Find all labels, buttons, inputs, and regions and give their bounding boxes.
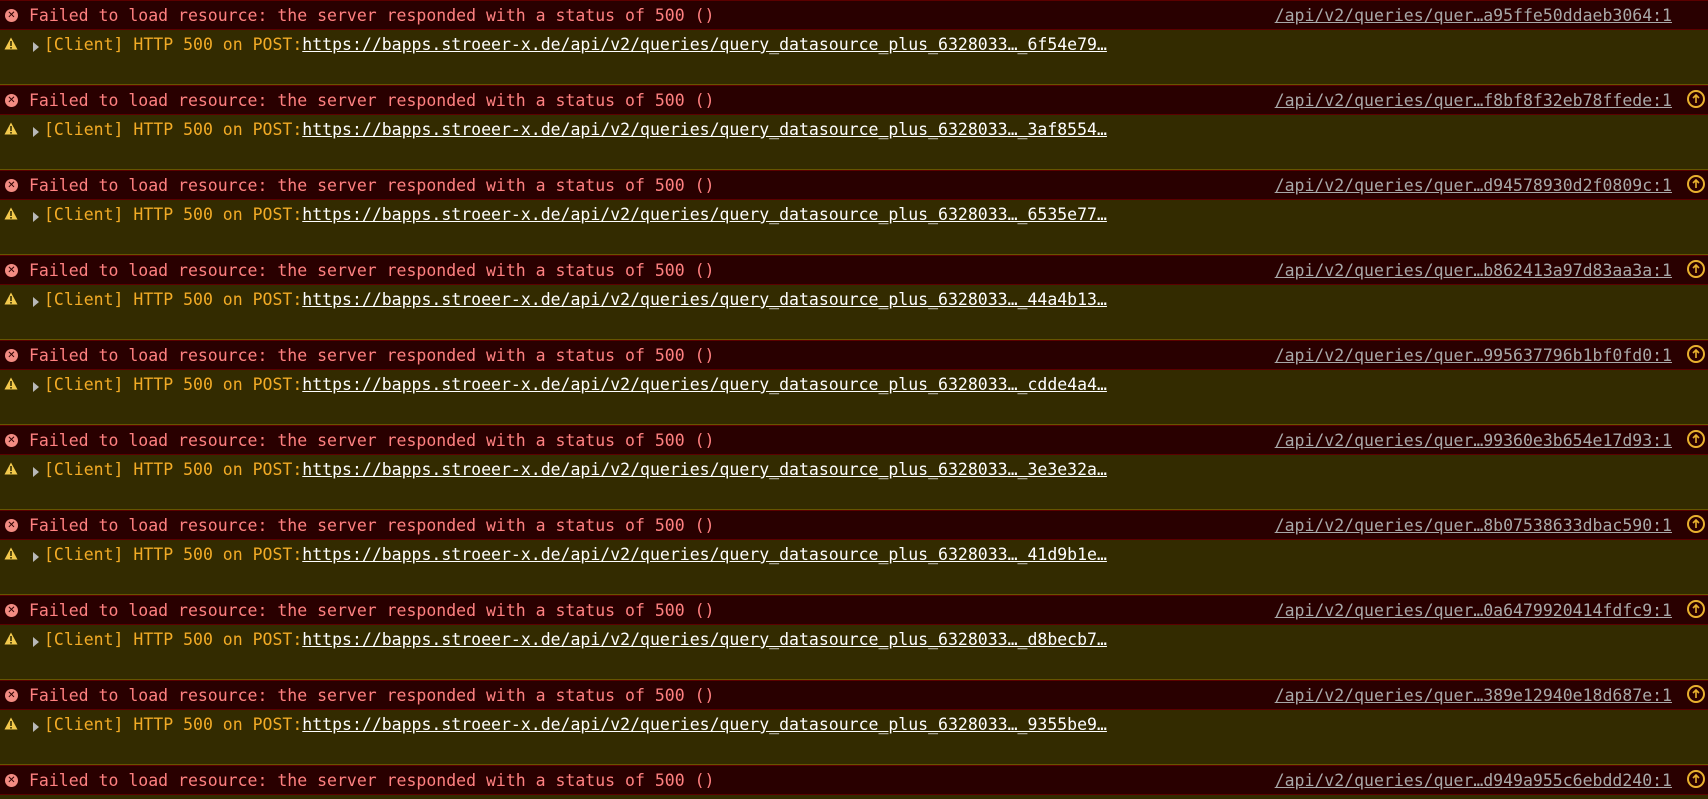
- warning-url-link[interactable]: https://bapps.stroeer-x.de/api/v2/querie…: [302, 290, 1107, 309]
- warning-url-link[interactable]: https://bapps.stroeer-x.de/api/v2/querie…: [302, 630, 1107, 649]
- error-circle-icon: ✕: [5, 94, 18, 107]
- error-circle-icon: ✕: [5, 264, 18, 277]
- reload-circle-icon[interactable]: [1687, 600, 1705, 618]
- error-circle-icon: ✕: [5, 434, 18, 447]
- error-circle-icon: ✕: [5, 519, 18, 532]
- reload-circle-icon[interactable]: [1687, 685, 1705, 703]
- expand-triangle-icon[interactable]: [33, 552, 39, 562]
- warning-url-link[interactable]: https://bapps.stroeer-x.de/api/v2/querie…: [302, 205, 1107, 224]
- console-log: ✕ Failed to load resource: the server re…: [0, 0, 1708, 799]
- error-message: Failed to load resource: the server resp…: [29, 516, 715, 535]
- console-warning-row[interactable]: [Client] HTTP 500 on POST:https://bapps.…: [0, 115, 1708, 170]
- reload-circle-icon[interactable]: [1687, 515, 1705, 533]
- console-warning-row[interactable]: [Client] HTTP 500 on POST:https://bapps.…: [0, 710, 1708, 765]
- warning-prefix: [Client] HTTP 500 on POST:: [44, 715, 303, 734]
- error-circle-icon: ✕: [5, 179, 18, 192]
- warning-url-link[interactable]: https://bapps.stroeer-x.de/api/v2/querie…: [302, 375, 1107, 394]
- error-source-link[interactable]: /api/v2/queries/quer…b862413a97d83aa3a:1: [1275, 261, 1672, 280]
- expand-triangle-icon[interactable]: [33, 467, 39, 477]
- console-error-row[interactable]: ✕ Failed to load resource: the server re…: [0, 425, 1708, 455]
- console-warning-row[interactable]: [Client] HTTP 500 on POST:https://bapps.…: [0, 285, 1708, 340]
- expand-triangle-icon[interactable]: [33, 382, 39, 392]
- warning-prefix: [Client] HTTP 500 on POST:: [44, 545, 303, 564]
- warning-triangle-icon: [4, 462, 18, 475]
- warning-triangle-icon: [4, 207, 18, 220]
- error-message: Failed to load resource: the server resp…: [29, 771, 715, 790]
- error-circle-icon: ✕: [5, 349, 18, 362]
- console-error-row[interactable]: ✕ Failed to load resource: the server re…: [0, 85, 1708, 115]
- warning-triangle-icon: [4, 37, 18, 50]
- reload-circle-icon[interactable]: [1687, 430, 1705, 448]
- error-source-link[interactable]: /api/v2/queries/quer…99360e3b654e17d93:1: [1275, 431, 1672, 450]
- expand-triangle-icon[interactable]: [33, 212, 39, 222]
- expand-triangle-icon[interactable]: [33, 637, 39, 647]
- error-message: Failed to load resource: the server resp…: [29, 346, 715, 365]
- error-source-link[interactable]: /api/v2/queries/quer…d94578930d2f0809c:1: [1275, 176, 1672, 195]
- error-message: Failed to load resource: the server resp…: [29, 91, 715, 110]
- console-error-row[interactable]: ✕ Failed to load resource: the server re…: [0, 170, 1708, 200]
- warning-prefix: [Client] HTTP 500 on POST:: [44, 205, 303, 224]
- error-source-link[interactable]: /api/v2/queries/quer…d949a955c6ebdd240:1: [1275, 771, 1672, 790]
- warning-prefix: [Client] HTTP 500 on POST:: [44, 35, 303, 54]
- console-warning-row[interactable]: [Client] HTTP 500 on POST:https://bapps.…: [0, 455, 1708, 510]
- reload-circle-icon[interactable]: [1687, 260, 1705, 278]
- warning-prefix: [Client] HTTP 500 on POST:: [44, 290, 303, 309]
- error-source-link[interactable]: /api/v2/queries/quer…995637796b1bf0fd0:1: [1275, 346, 1672, 365]
- warning-prefix: [Client] HTTP 500 on POST:: [44, 630, 303, 649]
- console-warning-row[interactable]: [Client] HTTP 500 on POST:https://bapps.…: [0, 200, 1708, 255]
- expand-triangle-icon[interactable]: [33, 127, 39, 137]
- warning-prefix: [Client] HTTP 500 on POST:: [44, 120, 303, 139]
- error-source-link[interactable]: /api/v2/queries/quer…0a6479920414fdfc9:1: [1275, 601, 1672, 620]
- error-source-link[interactable]: /api/v2/queries/quer…f8bf8f32eb78ffede:1: [1275, 91, 1672, 110]
- console-warning-row[interactable]: [Client] HTTP 500 on POST:https://bapps.…: [0, 30, 1708, 85]
- warning-triangle-icon: [4, 122, 18, 135]
- console-warning-row[interactable]: [Client] HTTP 500 on POST:https://bapps.…: [0, 370, 1708, 425]
- reload-circle-icon[interactable]: [1687, 90, 1705, 108]
- error-circle-icon: ✕: [5, 604, 18, 617]
- warning-triangle-icon: [4, 717, 18, 730]
- error-circle-icon: ✕: [5, 9, 18, 22]
- warning-triangle-icon: [4, 377, 18, 390]
- expand-triangle-icon[interactable]: [33, 722, 39, 732]
- warning-prefix: [Client] HTTP 500 on POST:: [44, 375, 303, 394]
- console-error-row[interactable]: ✕ Failed to load resource: the server re…: [0, 255, 1708, 285]
- console-error-row[interactable]: ✕ Failed to load resource: the server re…: [0, 765, 1708, 795]
- error-message: Failed to load resource: the server resp…: [29, 431, 715, 450]
- reload-circle-icon[interactable]: [1687, 770, 1705, 788]
- expand-triangle-icon[interactable]: [33, 297, 39, 307]
- expand-triangle-icon[interactable]: [33, 42, 39, 52]
- warning-url-link[interactable]: https://bapps.stroeer-x.de/api/v2/querie…: [302, 460, 1107, 479]
- warning-triangle-icon: [4, 292, 18, 305]
- error-message: Failed to load resource: the server resp…: [29, 6, 715, 25]
- console-error-row[interactable]: ✕ Failed to load resource: the server re…: [0, 340, 1708, 370]
- warning-url-link[interactable]: https://bapps.stroeer-x.de/api/v2/querie…: [302, 35, 1107, 54]
- console-warning-row[interactable]: [Client] HTTP 500 on POST:https://bapps.…: [0, 540, 1708, 595]
- console-error-row[interactable]: ✕ Failed to load resource: the server re…: [0, 0, 1708, 30]
- reload-circle-icon[interactable]: [1687, 345, 1705, 363]
- warning-url-link[interactable]: https://bapps.stroeer-x.de/api/v2/querie…: [302, 545, 1107, 564]
- warning-url-link[interactable]: https://bapps.stroeer-x.de/api/v2/querie…: [302, 120, 1107, 139]
- error-source-link[interactable]: /api/v2/queries/quer…a95ffe50ddaeb3064:1: [1275, 6, 1672, 25]
- error-message: Failed to load resource: the server resp…: [29, 176, 715, 195]
- warning-triangle-icon: [4, 632, 18, 645]
- error-source-link[interactable]: /api/v2/queries/quer…8b07538633dbac590:1: [1275, 516, 1672, 535]
- error-circle-icon: ✕: [5, 774, 18, 787]
- console-warning-row[interactable]: [Client] HTTP 500 on POST:https://bapps.…: [0, 625, 1708, 680]
- error-source-link[interactable]: /api/v2/queries/quer…389e12940e18d687e:1: [1275, 686, 1672, 705]
- warning-triangle-icon: [4, 547, 18, 560]
- console-error-row[interactable]: ✕ Failed to load resource: the server re…: [0, 680, 1708, 710]
- reload-circle-icon[interactable]: [1687, 175, 1705, 193]
- console-error-row[interactable]: ✕ Failed to load resource: the server re…: [0, 510, 1708, 540]
- warning-url-link[interactable]: https://bapps.stroeer-x.de/api/v2/querie…: [302, 715, 1107, 734]
- error-message: Failed to load resource: the server resp…: [29, 601, 715, 620]
- error-message: Failed to load resource: the server resp…: [29, 686, 715, 705]
- console-error-row[interactable]: ✕ Failed to load resource: the server re…: [0, 595, 1708, 625]
- error-circle-icon: ✕: [5, 689, 18, 702]
- warning-prefix: [Client] HTTP 500 on POST:: [44, 460, 303, 479]
- error-message: Failed to load resource: the server resp…: [29, 261, 715, 280]
